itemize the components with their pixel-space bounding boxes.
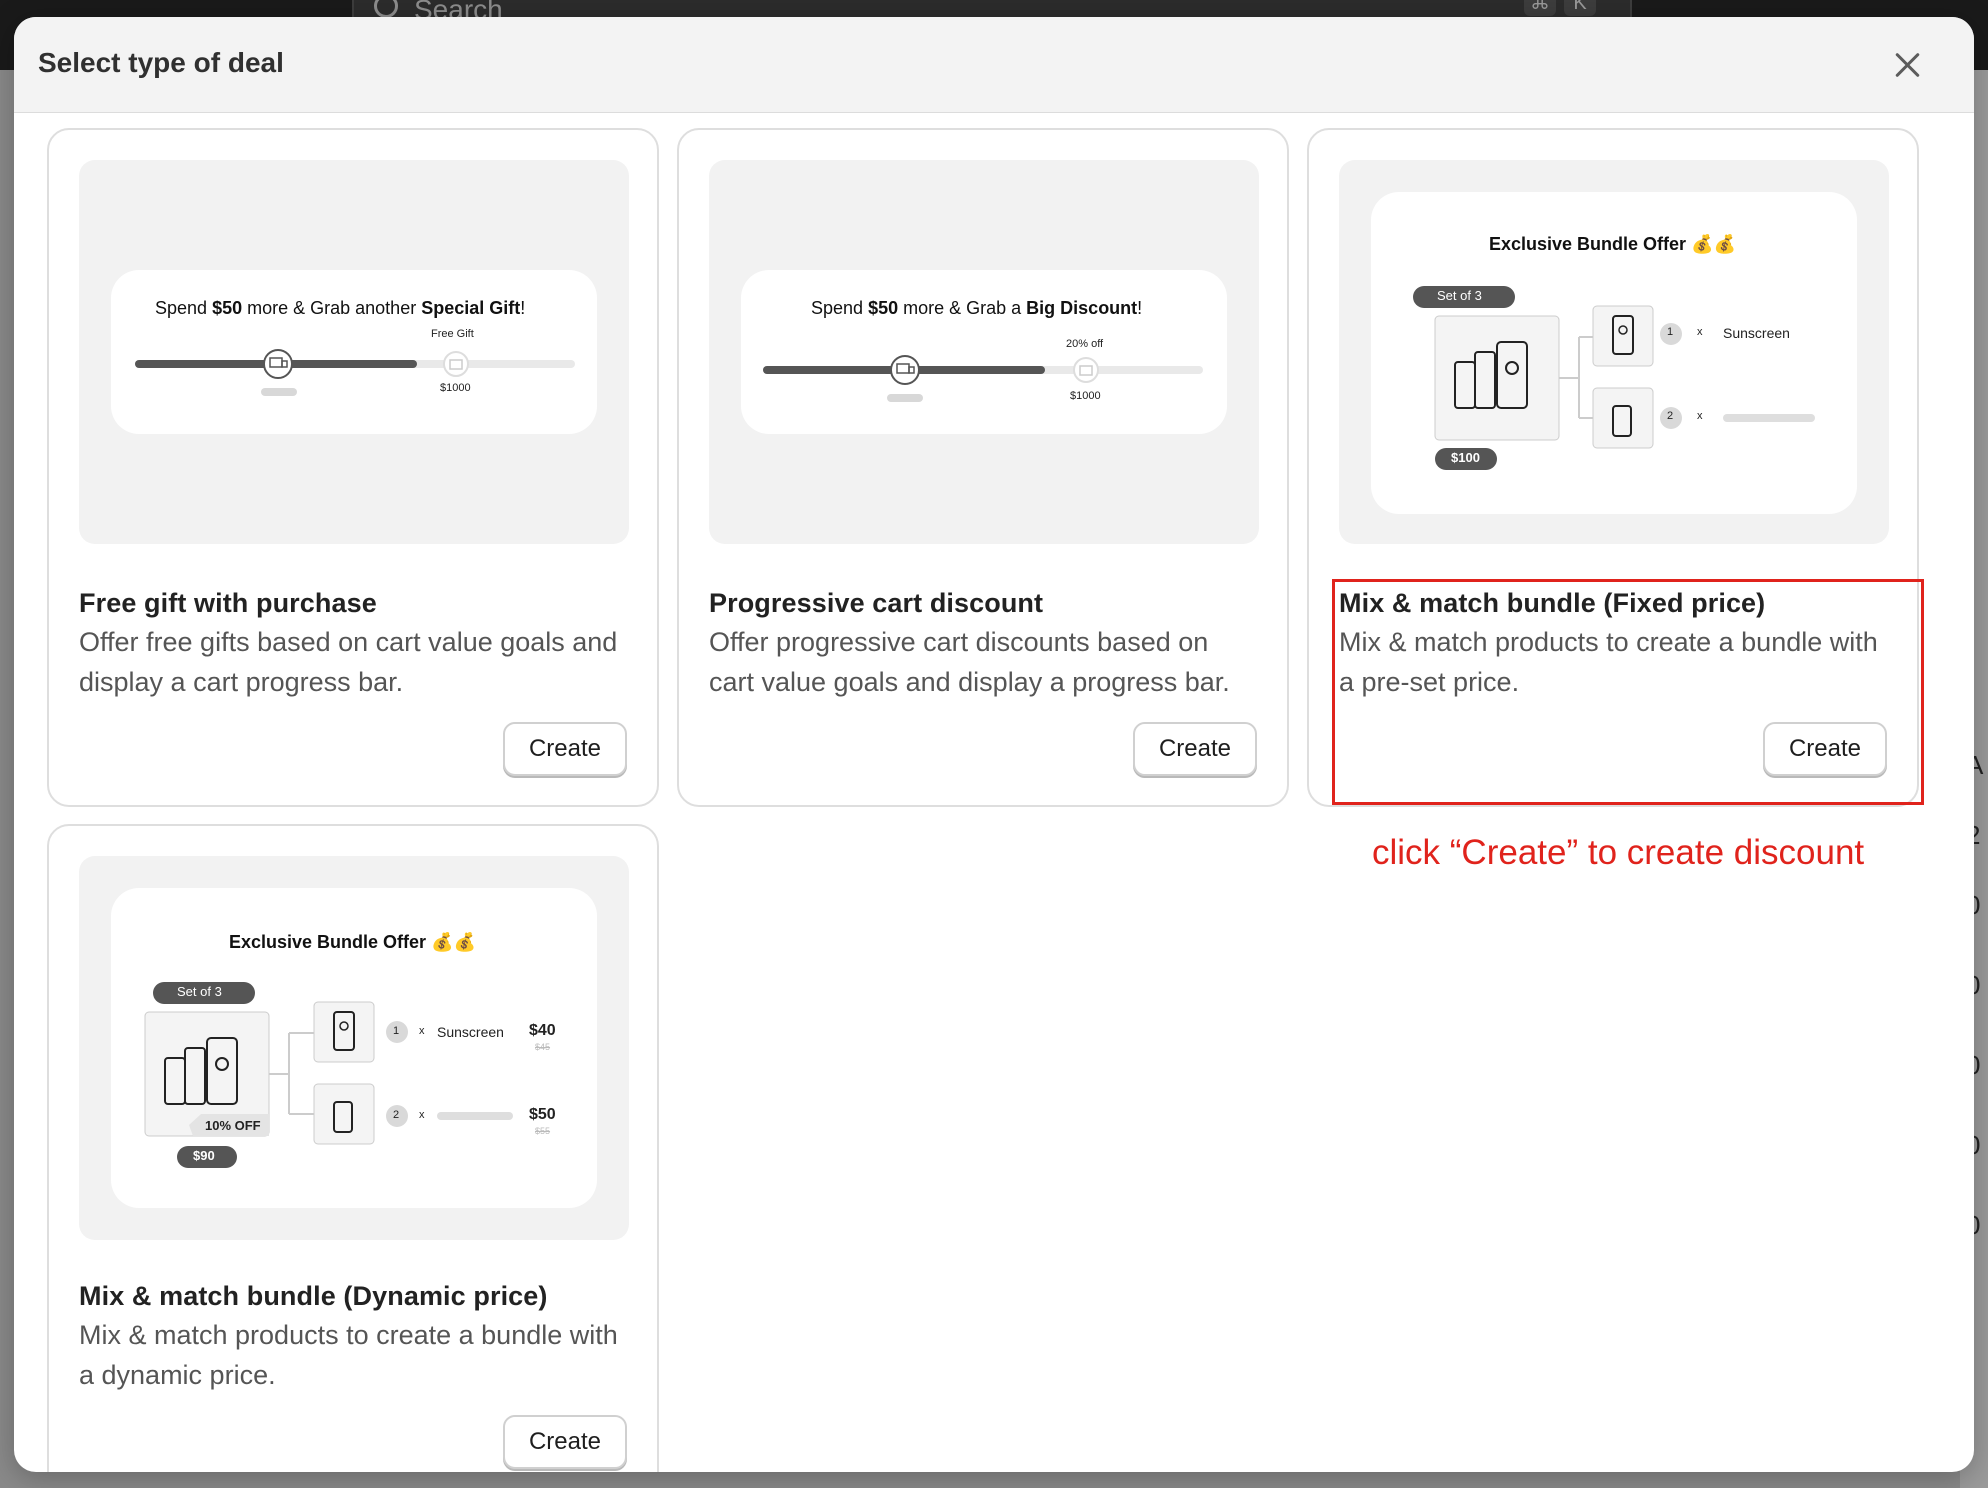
item2-x: x — [419, 1109, 425, 1121]
item2-qty: 2 — [393, 1109, 400, 1121]
bundle-price: $90 — [193, 1148, 215, 1163]
card-title: Free gift with purchase — [79, 588, 377, 618]
bundle-badge: Set of 3 — [177, 984, 222, 999]
card-title: Mix & match bundle (Dynamic price) — [79, 1281, 548, 1311]
item2-price: $50 — [529, 1106, 556, 1123]
milestone-value: $1000 — [440, 382, 471, 394]
item1-price: $40 — [529, 1022, 556, 1039]
bundle-dynamic-preview: Exclusive Bundle Offer 💰💰 Set of 3 10% O… — [79, 856, 629, 1240]
card-description: Offer progressive cart discounts based o… — [709, 627, 1230, 697]
bundle-dynamic-illustration — [144, 982, 513, 1168]
deal-card-progressive-discount[interactable]: Spend $50 more & Grab a Big Discount! 20… — [677, 128, 1289, 807]
card-title: Progressive cart discount — [709, 588, 1044, 618]
item1-qty: 1 — [1667, 326, 1674, 338]
discount-progress-panel: Spend $50 more & Grab a Big Discount! 20… — [741, 270, 1227, 434]
bundle-badge: Set of 3 — [1437, 288, 1482, 303]
item2-qty: 2 — [1667, 410, 1674, 422]
modal-title: Select type of deal — [38, 47, 284, 78]
item1-x: x — [1697, 326, 1703, 338]
create-free-gift-button[interactable]: Create — [503, 722, 627, 776]
gift-progress-bar — [135, 349, 575, 396]
bundle-fixed-illustration — [1413, 286, 1815, 470]
bundle-dynamic-panel: Exclusive Bundle Offer 💰💰 Set of 3 10% O… — [111, 888, 597, 1208]
bundle-price: $100 — [1451, 450, 1480, 465]
item2-old-price: $55 — [535, 1126, 551, 1136]
milestone-label: 20% off — [1066, 338, 1104, 350]
gift-progress-panel: Spend $50 more & Grab another Special Gi… — [111, 270, 597, 434]
item1-name: Sunscreen — [437, 1024, 504, 1040]
create-bundle-dynamic-button[interactable]: Create — [503, 1415, 627, 1469]
k-key: K — [1564, 0, 1596, 16]
create-progressive-discount-button[interactable]: Create — [1133, 722, 1257, 776]
item2-x: x — [1697, 410, 1703, 422]
search-icon — [374, 0, 398, 18]
modal-header: Select type of deal — [14, 17, 1974, 113]
close-icon[interactable] — [1890, 47, 1926, 83]
item1-name: Sunscreen — [1723, 325, 1790, 341]
highlight-box — [1332, 579, 1924, 805]
card-description: Offer free gifts based on cart value goa… — [79, 627, 618, 697]
bundle-fixed-preview: Exclusive Bundle Offer 💰💰 Set of 3 $100 … — [1339, 160, 1889, 544]
bundle-discount: 10% OFF — [205, 1118, 261, 1133]
discount-progress-bar — [763, 355, 1203, 402]
deal-card-bundle-dynamic[interactable]: Exclusive Bundle Offer 💰💰 Set of 3 10% O… — [47, 824, 659, 1472]
item1-old-price: $45 — [535, 1042, 551, 1052]
free-gift-preview: Spend $50 more & Grab another Special Gi… — [79, 160, 629, 544]
card-description: Mix & match products to create a bundle … — [79, 1320, 618, 1390]
deal-card-free-gift[interactable]: Spend $50 more & Grab another Special Gi… — [47, 128, 659, 807]
select-deal-modal: Select type of deal Spend $50 more & Gra… — [14, 17, 1974, 1472]
item1-qty: 1 — [393, 1025, 400, 1037]
annotation-text: click “Create” to create discount — [1372, 833, 1865, 872]
milestone-label: Free Gift — [431, 328, 474, 340]
bundle-fixed-panel: Exclusive Bundle Offer 💰💰 Set of 3 $100 … — [1371, 192, 1857, 514]
item1-x: x — [419, 1025, 425, 1037]
milestone-value: $1000 — [1070, 390, 1101, 402]
progressive-discount-preview: Spend $50 more & Grab a Big Discount! 20… — [709, 160, 1259, 544]
command-key: ⌘ — [1524, 0, 1556, 16]
